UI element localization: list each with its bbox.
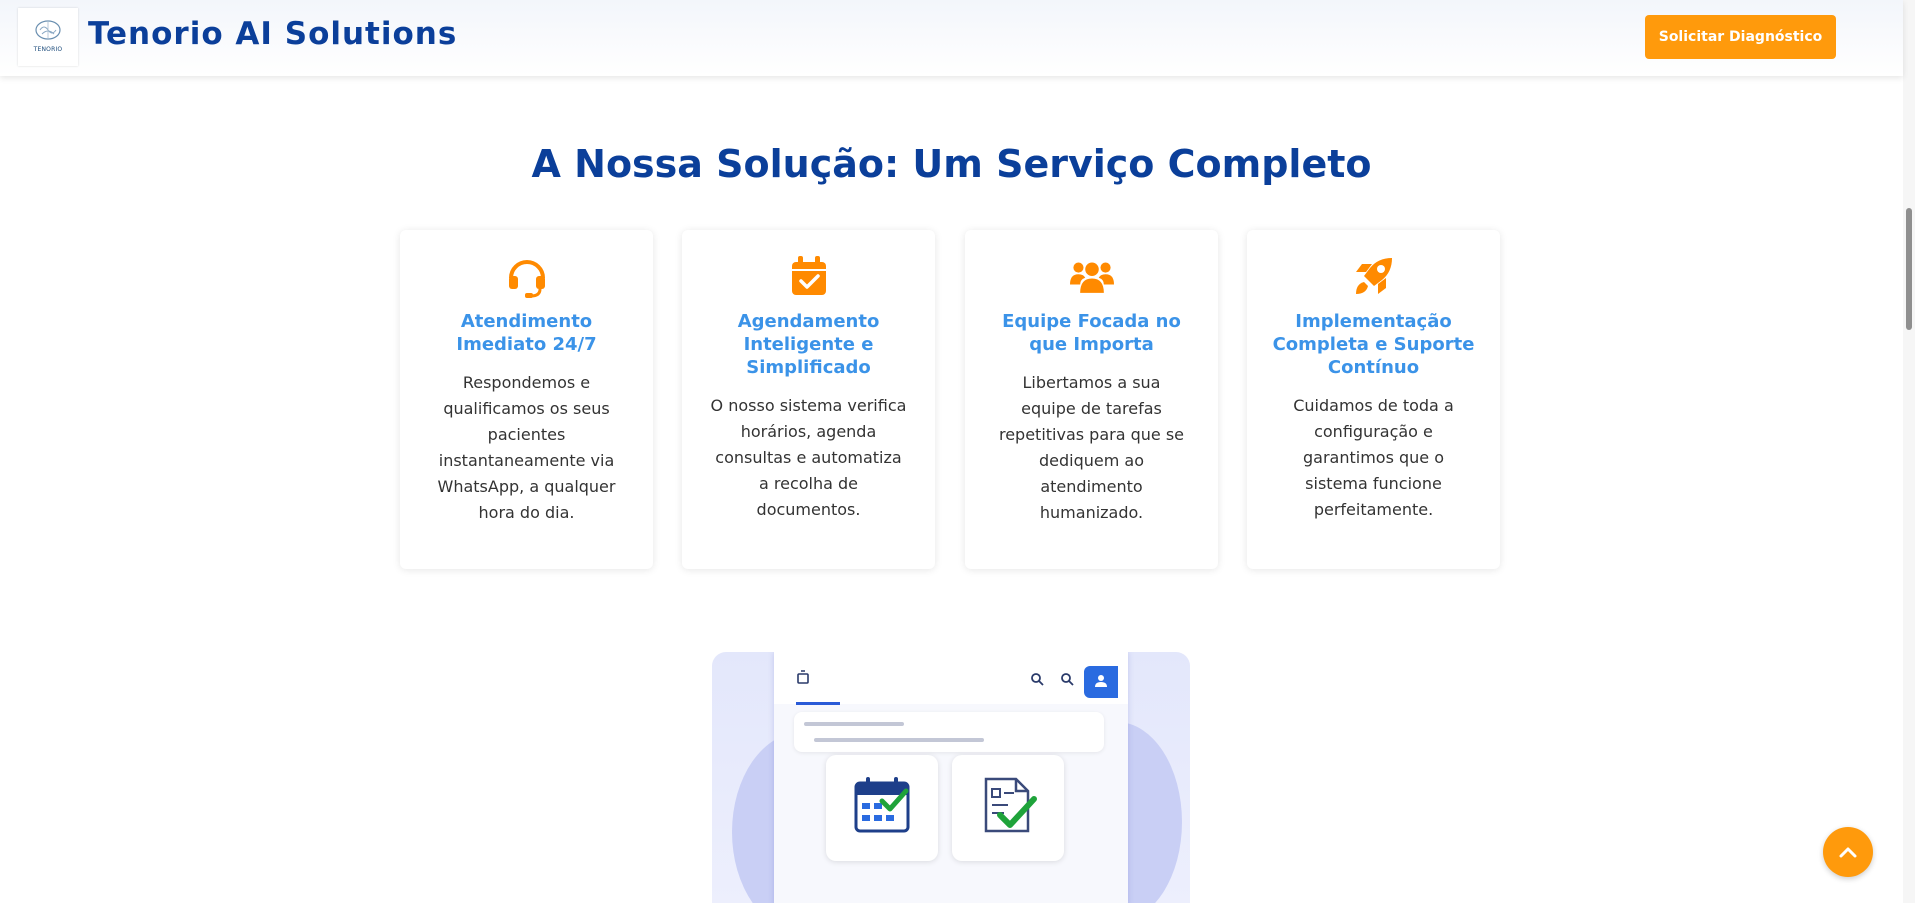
home-icon	[797, 670, 809, 684]
card-title: Equipe Focada no que Importa	[1002, 311, 1181, 355]
card-title: Implementação Completa e Suporte Contínu…	[1272, 311, 1475, 378]
blurred-text	[814, 738, 984, 742]
card-title: Agendamento Inteligente e Simplificado	[737, 311, 880, 378]
site-header: TENORIO Tenorio AI Solutions Solicitar D…	[0, 0, 1903, 76]
calendar-check-icon	[791, 256, 826, 295]
section-title: A Nossa Solução: Um Serviço Completo	[531, 142, 1372, 186]
headset-icon	[508, 260, 545, 298]
chevron-up-icon	[1839, 847, 1857, 858]
feature-card: Implementação Completa e Suporte Contínu…	[1247, 230, 1500, 569]
page-scrollbar[interactable]	[1903, 0, 1915, 903]
users-icon	[1069, 262, 1114, 293]
rocket-icon	[1355, 258, 1392, 294]
logo[interactable]: TENORIO	[18, 8, 78, 66]
scrollbar-thumb[interactable]	[1906, 208, 1912, 330]
phone-mockup	[774, 652, 1128, 903]
blurred-text	[804, 722, 904, 726]
app-illustration	[712, 652, 1190, 903]
brand-name[interactable]: Tenorio AI Solutions	[88, 16, 457, 52]
user-tab	[1084, 666, 1118, 698]
card-text: Respondemos e qualificamos os seus pacie…	[437, 373, 616, 522]
feature-card: Equipe Focada no que Importa Libertamos …	[965, 230, 1218, 569]
user-icon	[1095, 675, 1107, 687]
logo-text: TENORIO	[33, 46, 63, 53]
card-text: Cuidamos de toda a configuração e garant…	[1293, 396, 1454, 519]
card-title: Atendimento Imediato 24/7	[456, 311, 597, 355]
feature-card: Agendamento Inteligente e Simplificado O…	[682, 230, 935, 569]
calendar-card	[826, 755, 938, 861]
card-text: Libertamos a sua equipe de tarefas repet…	[998, 373, 1185, 522]
search-icon	[1031, 673, 1044, 686]
feature-card: Atendimento Imediato 24/7 Respondemos e …	[400, 230, 653, 569]
brain-logo-icon	[35, 20, 61, 40]
document-check-icon	[984, 777, 1037, 833]
phone-toolbar	[774, 652, 1128, 705]
chat-preview	[794, 712, 1104, 752]
document-card	[952, 755, 1064, 861]
card-text: O nosso sistema verifica horários, agend…	[710, 396, 907, 519]
calendar-check-icon	[854, 777, 910, 833]
search-icon	[1061, 673, 1074, 686]
tab-indicator	[796, 702, 840, 705]
request-diagnosis-button[interactable]: Solicitar Diagnóstico	[1645, 15, 1836, 59]
back-to-top-button[interactable]	[1823, 827, 1873, 877]
